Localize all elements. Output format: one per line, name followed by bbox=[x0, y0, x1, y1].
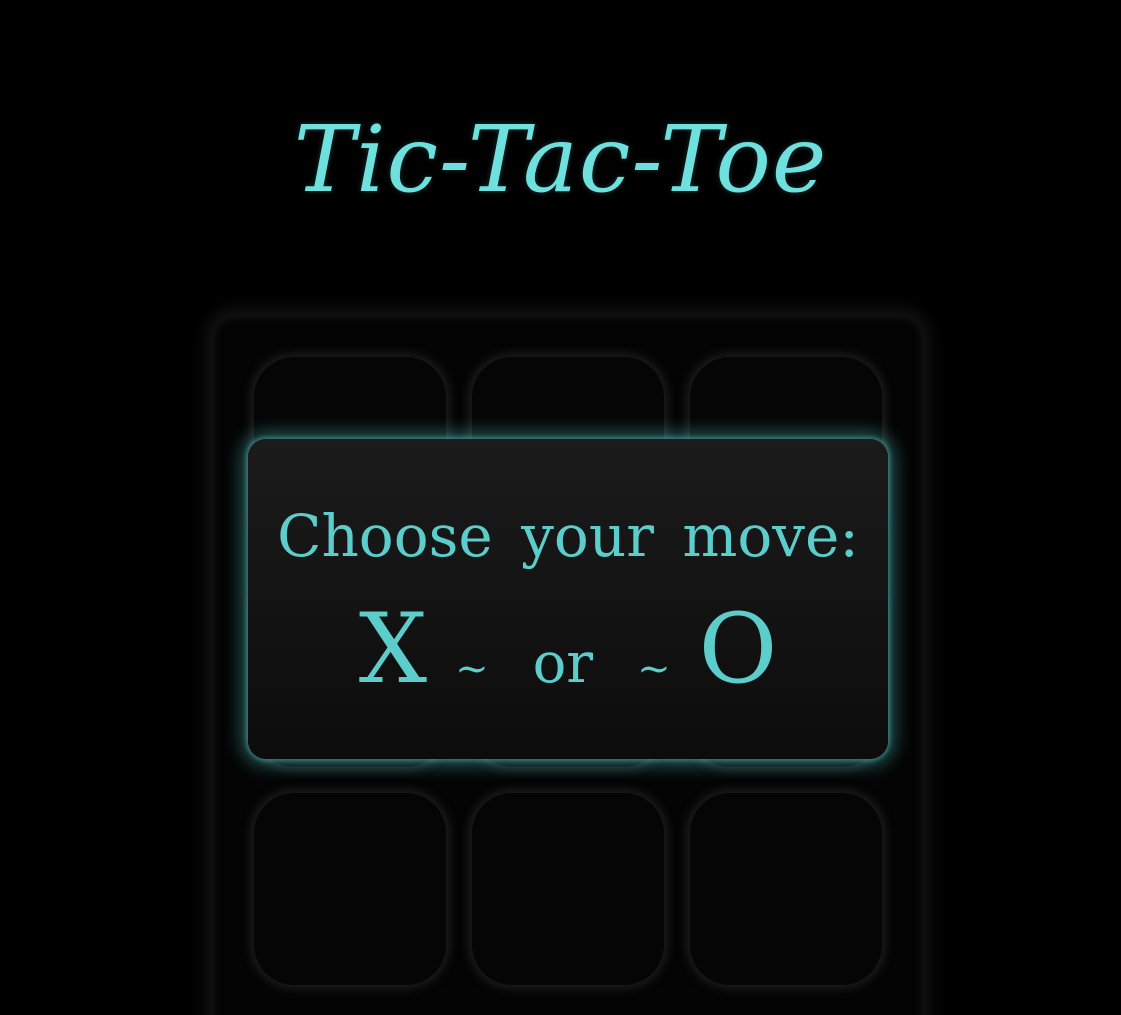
choose-move-prompt: Choose your move: bbox=[277, 502, 859, 570]
choose-move-dialog: Choose your move: X ~ or ~ O bbox=[248, 439, 888, 759]
board-cell-9[interactable] bbox=[690, 793, 882, 985]
or-label: or bbox=[532, 631, 594, 696]
choose-x-button[interactable]: X bbox=[353, 594, 433, 704]
board-cell-7[interactable] bbox=[254, 793, 446, 985]
game-title: Tic-Tac-Toe bbox=[293, 106, 828, 213]
choose-o-button[interactable]: O bbox=[693, 594, 784, 704]
move-choices: X ~ or ~ O bbox=[248, 594, 888, 704]
tilde-separator-left: ~ bbox=[455, 646, 489, 692]
game-page: Tic-Tac-Toe Choose your move: X ~ or ~ O bbox=[0, 0, 1121, 1015]
tilde-separator-right: ~ bbox=[637, 646, 671, 692]
board-cell-8[interactable] bbox=[472, 793, 664, 985]
